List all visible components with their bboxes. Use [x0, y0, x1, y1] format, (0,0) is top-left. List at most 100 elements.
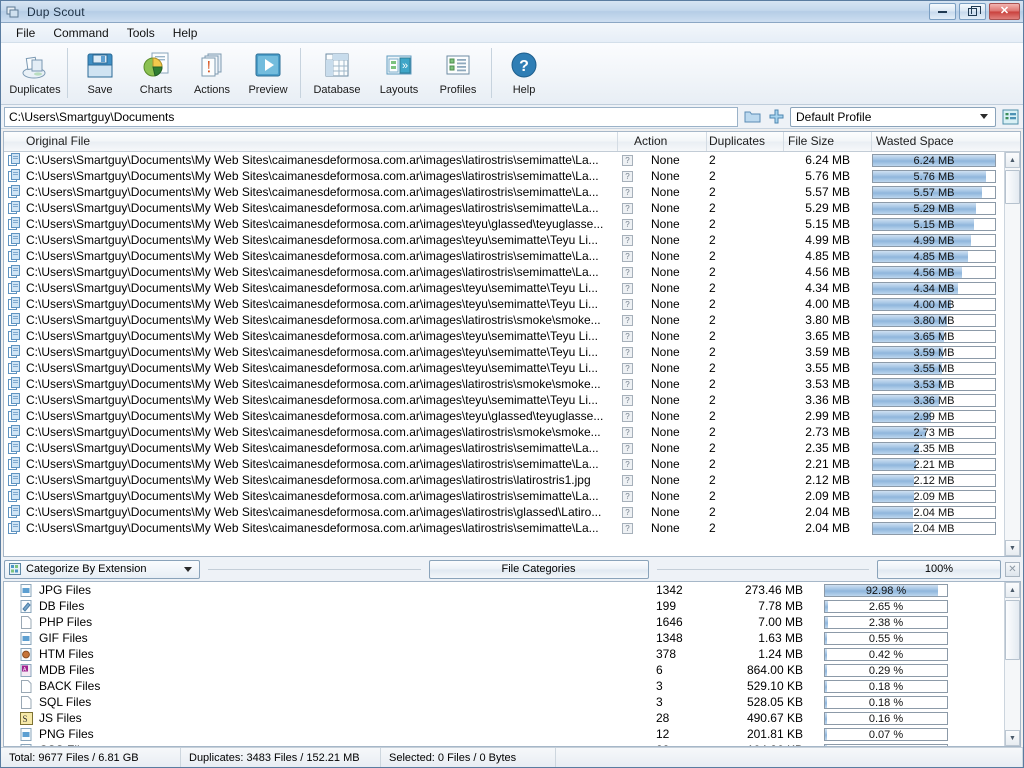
category-row[interactable]: SQL Files 3 528.05 KB 0.18 % — [4, 694, 1004, 710]
zoom-level-display[interactable]: 100% — [877, 559, 1001, 579]
table-row[interactable]: C:\Users\Smartguy\Documents\My Web Sites… — [4, 152, 1004, 168]
cell-original-file[interactable]: C:\Users\Smartguy\Documents\My Web Sites… — [4, 313, 618, 327]
categorize-select[interactable]: Categorize By Extension — [4, 559, 200, 579]
cell-original-file[interactable]: C:\Users\Smartguy\Documents\My Web Sites… — [4, 281, 618, 295]
toolbar-actions-button[interactable]: Actions — [184, 45, 240, 103]
cell-original-file[interactable]: C:\Users\Smartguy\Documents\My Web Sites… — [4, 473, 618, 487]
toolbar-database-button[interactable]: Database — [305, 45, 369, 103]
table-row[interactable]: C:\Users\Smartguy\Documents\My Web Sites… — [4, 328, 1004, 344]
table-row[interactable]: C:\Users\Smartguy\Documents\My Web Sites… — [4, 488, 1004, 504]
table-row[interactable]: C:\Users\Smartguy\Documents\My Web Sites… — [4, 248, 1004, 264]
table-row[interactable]: C:\Users\Smartguy\Documents\My Web Sites… — [4, 200, 1004, 216]
scroll-down-button[interactable]: ▼ — [1005, 540, 1020, 556]
cell-action[interactable]: ? None — [618, 185, 707, 199]
close-panel-icon[interactable]: ✕ — [1005, 561, 1020, 577]
cell-original-file[interactable]: C:\Users\Smartguy\Documents\My Web Sites… — [4, 409, 618, 423]
cell-original-file[interactable]: C:\Users\Smartguy\Documents\My Web Sites… — [4, 265, 618, 279]
toolbar-layouts-button[interactable]: » Layouts — [369, 45, 429, 103]
column-header-duplicates[interactable]: Duplicates — [707, 132, 784, 151]
cell-action[interactable]: ? None — [618, 313, 707, 327]
table-row[interactable]: C:\Users\Smartguy\Documents\My Web Sites… — [4, 504, 1004, 520]
toolbar-charts-button[interactable]: Charts — [128, 45, 184, 103]
cell-category-name[interactable]: JPG Files — [4, 583, 654, 597]
cell-action[interactable]: ? None — [618, 249, 707, 263]
column-header-wasted-space[interactable]: Wasted Space — [872, 132, 1012, 151]
close-button[interactable]: ✕ — [989, 3, 1020, 20]
profile-select[interactable]: Default Profile — [790, 106, 996, 127]
table-row[interactable]: C:\Users\Smartguy\Documents\My Web Sites… — [4, 424, 1004, 440]
cell-action[interactable]: ? None — [618, 425, 707, 439]
menu-command[interactable]: Command — [44, 24, 117, 42]
cell-action[interactable]: ? None — [618, 153, 707, 167]
toolbar-help-button[interactable]: ? Help — [496, 45, 552, 103]
table-row[interactable]: C:\Users\Smartguy\Documents\My Web Sites… — [4, 440, 1004, 456]
column-header-action[interactable]: Action — [618, 132, 707, 151]
cell-category-name[interactable]: HTM Files — [4, 647, 654, 661]
path-input[interactable]: C:\Users\Smartguy\Documents — [4, 106, 738, 127]
cell-action[interactable]: ? None — [618, 233, 707, 247]
table-row[interactable]: C:\Users\Smartguy\Documents\My Web Sites… — [4, 296, 1004, 312]
cell-original-file[interactable]: C:\Users\Smartguy\Documents\My Web Sites… — [4, 521, 618, 535]
table-row[interactable]: C:\Users\Smartguy\Documents\My Web Sites… — [4, 264, 1004, 280]
categories-scrollbar[interactable]: ▲ ▼ — [1004, 582, 1020, 746]
cell-action[interactable]: ? None — [618, 169, 707, 183]
table-row[interactable]: C:\Users\Smartguy\Documents\My Web Sites… — [4, 184, 1004, 200]
scroll-down-button[interactable]: ▼ — [1005, 730, 1020, 746]
cell-action[interactable]: ? None — [618, 281, 707, 295]
category-row[interactable]: DB Files 199 7.78 MB 2.65 % — [4, 598, 1004, 614]
table-row[interactable]: C:\Users\Smartguy\Documents\My Web Sites… — [4, 312, 1004, 328]
cell-category-name[interactable]: PNG Files — [4, 727, 654, 741]
table-row[interactable]: C:\Users\Smartguy\Documents\My Web Sites… — [4, 344, 1004, 360]
cell-action[interactable]: ? None — [618, 489, 707, 503]
cell-original-file[interactable]: C:\Users\Smartguy\Documents\My Web Sites… — [4, 457, 618, 471]
cell-action[interactable]: ? None — [618, 473, 707, 487]
table-row[interactable]: C:\Users\Smartguy\Documents\My Web Sites… — [4, 216, 1004, 232]
table-row[interactable]: C:\Users\Smartguy\Documents\My Web Sites… — [4, 392, 1004, 408]
category-row[interactable]: PHP Files 1646 7.00 MB 2.38 % — [4, 614, 1004, 630]
toolbar-preview-button[interactable]: Preview — [240, 45, 296, 103]
table-row[interactable]: C:\Users\Smartguy\Documents\My Web Sites… — [4, 520, 1004, 536]
table-row[interactable]: C:\Users\Smartguy\Documents\My Web Sites… — [4, 376, 1004, 392]
cell-original-file[interactable]: C:\Users\Smartguy\Documents\My Web Sites… — [4, 489, 618, 503]
cell-category-name[interactable]: DB Files — [4, 599, 654, 613]
cell-action[interactable]: ? None — [618, 361, 707, 375]
table-row[interactable]: C:\Users\Smartguy\Documents\My Web Sites… — [4, 408, 1004, 424]
cell-action[interactable]: ? None — [618, 201, 707, 215]
cell-original-file[interactable]: C:\Users\Smartguy\Documents\My Web Sites… — [4, 249, 618, 263]
category-row[interactable]: GIF Files 1348 1.63 MB 0.55 % — [4, 630, 1004, 646]
category-row[interactable]: A MDB Files 6 864.00 KB 0.29 % — [4, 662, 1004, 678]
cell-original-file[interactable]: C:\Users\Smartguy\Documents\My Web Sites… — [4, 185, 618, 199]
plus-icon[interactable] — [766, 107, 786, 127]
category-row[interactable]: S JS Files 28 490.67 KB 0.16 % — [4, 710, 1004, 726]
category-row[interactable]: JPG Files 1342 273.46 MB 92.98 % — [4, 582, 1004, 598]
cell-action[interactable]: ? None — [618, 329, 707, 343]
scroll-up-button[interactable]: ▲ — [1005, 582, 1020, 598]
list-view-icon[interactable] — [1000, 107, 1020, 127]
table-row[interactable]: C:\Users\Smartguy\Documents\My Web Sites… — [4, 456, 1004, 472]
cell-action[interactable]: ? None — [618, 297, 707, 311]
cell-original-file[interactable]: C:\Users\Smartguy\Documents\My Web Sites… — [4, 233, 618, 247]
cell-action[interactable]: ? None — [618, 505, 707, 519]
menu-help[interactable]: Help — [164, 24, 207, 42]
cell-original-file[interactable]: C:\Users\Smartguy\Documents\My Web Sites… — [4, 153, 618, 167]
maximize-button[interactable] — [959, 3, 986, 20]
cell-action[interactable]: ? None — [618, 217, 707, 231]
cell-action[interactable]: ? None — [618, 409, 707, 423]
cell-original-file[interactable]: C:\Users\Smartguy\Documents\My Web Sites… — [4, 297, 618, 311]
scroll-thumb[interactable] — [1005, 600, 1020, 660]
cell-original-file[interactable]: C:\Users\Smartguy\Documents\My Web Sites… — [4, 361, 618, 375]
cell-category-name[interactable]: BACK Files — [4, 679, 654, 693]
file-list-scrollbar[interactable]: ▲ ▼ — [1004, 152, 1020, 556]
cell-action[interactable]: ? None — [618, 377, 707, 391]
cell-category-name[interactable]: SQL Files — [4, 695, 654, 709]
cell-category-name[interactable]: PHP Files — [4, 615, 654, 629]
category-row[interactable]: CSS Files 22 104.86 KB 0.03 % — [4, 742, 1004, 746]
cell-original-file[interactable]: C:\Users\Smartguy\Documents\My Web Sites… — [4, 377, 618, 391]
cell-original-file[interactable]: C:\Users\Smartguy\Documents\My Web Sites… — [4, 425, 618, 439]
file-categories-button[interactable]: File Categories — [428, 559, 649, 579]
cell-original-file[interactable]: C:\Users\Smartguy\Documents\My Web Sites… — [4, 441, 618, 455]
minimize-button[interactable] — [929, 3, 956, 20]
table-row[interactable]: C:\Users\Smartguy\Documents\My Web Sites… — [4, 232, 1004, 248]
cell-original-file[interactable]: C:\Users\Smartguy\Documents\My Web Sites… — [4, 169, 618, 183]
table-row[interactable]: C:\Users\Smartguy\Documents\My Web Sites… — [4, 168, 1004, 184]
